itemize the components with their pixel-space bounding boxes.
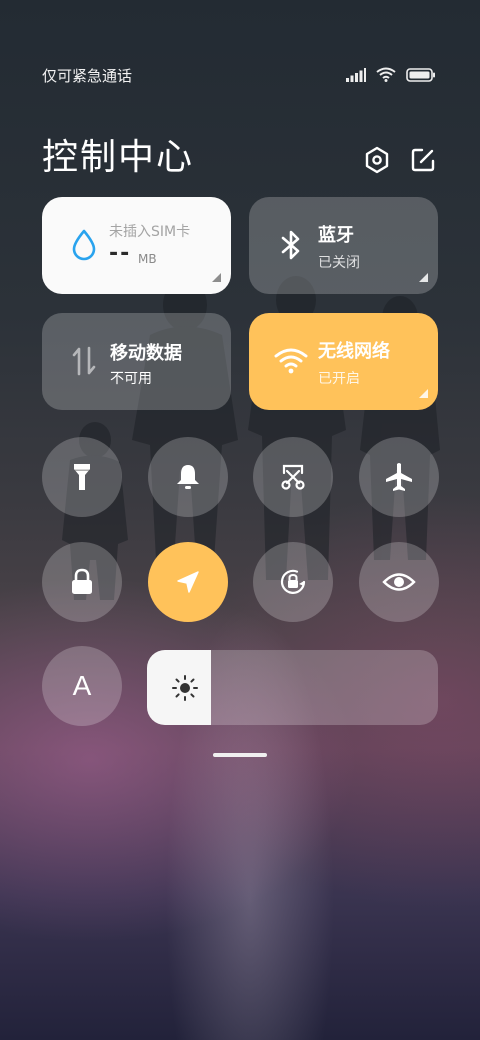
data-usage-value: -- bbox=[109, 241, 132, 266]
flashlight-toggle[interactable] bbox=[42, 437, 122, 517]
rotation-lock-toggle[interactable] bbox=[253, 542, 333, 622]
flashlight-icon bbox=[74, 464, 90, 490]
home-indicator[interactable] bbox=[213, 753, 267, 757]
mobile-data-label: 移动数据 bbox=[110, 343, 182, 364]
sound-toggle[interactable] bbox=[148, 437, 228, 517]
carrier-status: 仅可紧急通话 bbox=[42, 67, 133, 85]
expand-corner bbox=[419, 389, 428, 398]
data-usage-tile[interactable]: 未插入SIM卡 -- MB bbox=[42, 197, 231, 294]
scissors-icon bbox=[281, 464, 305, 490]
expand-corner bbox=[212, 273, 221, 282]
mobile-data-tile[interactable]: 移动数据 不可用 bbox=[42, 313, 231, 410]
wifi-label: 无线网络 bbox=[318, 341, 390, 362]
settings-button[interactable] bbox=[363, 144, 391, 176]
bluetooth-tile[interactable]: 蓝牙 已关闭 bbox=[249, 197, 438, 294]
bluetooth-status: 已关闭 bbox=[318, 255, 360, 271]
bluetooth-icon bbox=[273, 225, 309, 265]
rotation-lock-icon bbox=[280, 569, 306, 594]
airplane-toggle[interactable] bbox=[359, 437, 439, 517]
data-arrows-icon bbox=[66, 341, 102, 381]
signal-icon bbox=[346, 67, 366, 82]
expand-corner bbox=[419, 273, 428, 282]
sun-icon bbox=[172, 675, 198, 701]
sim-status-label: 未插入SIM卡 bbox=[109, 224, 191, 240]
lock-icon bbox=[72, 568, 92, 594]
water-drop-icon bbox=[66, 225, 102, 265]
reading-mode-toggle[interactable] bbox=[359, 542, 439, 622]
edit-button[interactable] bbox=[409, 144, 437, 176]
wifi-status-icon bbox=[376, 67, 396, 82]
brightness-slider[interactable] bbox=[147, 650, 438, 725]
screenshot-toggle[interactable] bbox=[253, 437, 333, 517]
mobile-data-status: 不可用 bbox=[110, 371, 152, 387]
bluetooth-label: 蓝牙 bbox=[318, 225, 354, 246]
battery-icon bbox=[406, 67, 435, 82]
wifi-icon bbox=[273, 341, 309, 381]
settings-icon bbox=[365, 146, 389, 174]
wifi-status: 已开启 bbox=[318, 371, 360, 387]
location-arrow-icon bbox=[177, 571, 199, 593]
bell-icon bbox=[177, 465, 199, 489]
status-icons bbox=[346, 67, 436, 82]
page-title: 控制中心 bbox=[42, 137, 195, 178]
wifi-tile[interactable]: 无线网络 已开启 bbox=[249, 313, 438, 410]
data-usage-unit: MB bbox=[138, 252, 157, 266]
font-a-icon: A bbox=[72, 670, 92, 701]
lock-toggle[interactable] bbox=[42, 542, 122, 622]
status-bar: 仅可紧急通话 bbox=[42, 64, 436, 88]
airplane-icon bbox=[386, 463, 412, 491]
auto-brightness-toggle[interactable]: A bbox=[42, 646, 122, 726]
location-toggle[interactable] bbox=[148, 542, 228, 622]
eye-icon bbox=[382, 573, 416, 591]
edit-icon bbox=[411, 148, 435, 172]
